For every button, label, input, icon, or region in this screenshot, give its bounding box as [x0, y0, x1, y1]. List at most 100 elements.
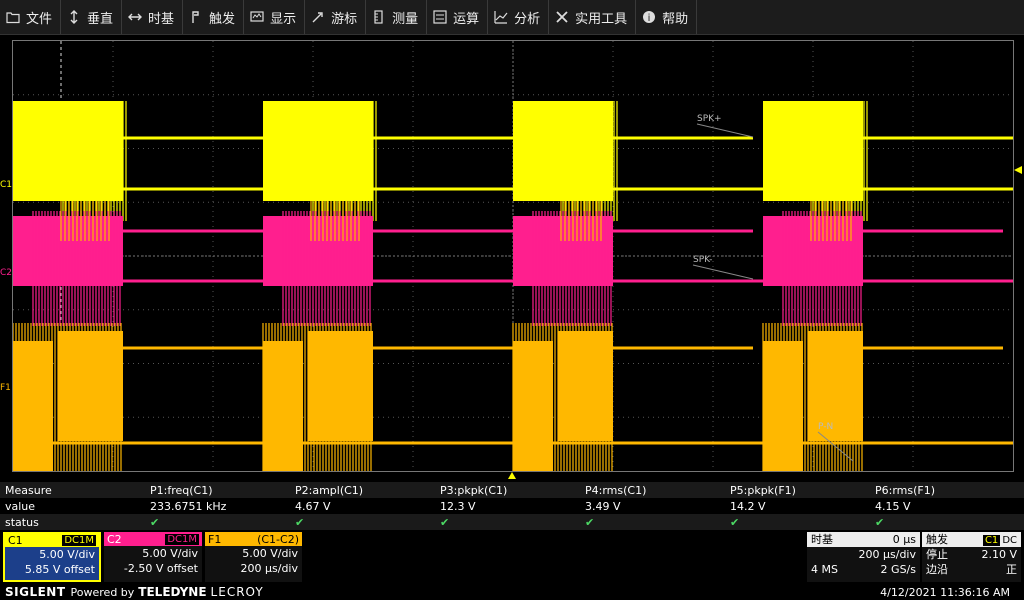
- menu-math[interactable]: 运算: [427, 0, 489, 34]
- analysis-chart-icon: [494, 11, 508, 24]
- c2-marker[interactable]: C2: [0, 268, 12, 278]
- menu-file-label: 文件: [26, 11, 53, 27]
- c1-burst-envelope: [13, 101, 123, 201]
- timebase-title: 时基: [811, 533, 833, 546]
- spk-minus-leader: [692, 264, 754, 280]
- f1-expression: (C1-C2): [257, 532, 299, 546]
- menu-trigger-label: 触发: [209, 11, 236, 27]
- c1-coupling: DC1M: [62, 535, 96, 546]
- menu-tools-label: 实用工具: [575, 11, 628, 27]
- trigger-position-marker[interactable]: [508, 472, 516, 479]
- help-icon: i: [643, 11, 656, 24]
- menu-timebase-label: 时基: [148, 11, 175, 27]
- param-p6-value: 4.15 V: [875, 500, 911, 513]
- datetime: 4/12/2021 11:36:16 AM: [880, 585, 1010, 599]
- menu-trigger[interactable]: 触发: [183, 0, 245, 34]
- c1-marker[interactable]: C1: [0, 180, 12, 190]
- menu-cursor[interactable]: 游标: [305, 0, 367, 34]
- folder-icon: [6, 12, 20, 24]
- display-icon: [250, 11, 264, 22]
- menu-timebase[interactable]: 时基: [122, 0, 184, 34]
- param-p3-value: 12.3 V: [440, 500, 476, 513]
- param-p2-name[interactable]: P2:ampl(C1): [295, 484, 363, 497]
- menu-file[interactable]: 文件: [0, 0, 62, 34]
- timebase-rate: 2 GS/s: [880, 563, 916, 576]
- menu-analysis-label: 分析: [514, 11, 541, 27]
- param-p4-value: 3.49 V: [585, 500, 621, 513]
- horizontal-arrows-icon: [128, 13, 143, 21]
- measure-value-row: value 233.6751 kHz 4.67 V 12.3 V 3.49 V …: [0, 498, 1024, 514]
- waveform-display[interactable]: SPK+ SPK- P-N: [12, 40, 1014, 472]
- trigger-descriptor[interactable]: 触发 C1 DC 停止 2.10 V 边沿 正: [922, 532, 1021, 582]
- tools-icon: [556, 11, 568, 23]
- trigger-type: 边沿: [926, 563, 948, 576]
- timebase-descriptor[interactable]: 时基 0 µs 200 µs/div 4 MS 2 GS/s: [807, 532, 920, 582]
- param-p4-status-icon: ✔: [585, 516, 595, 529]
- trigger-title: 触发: [926, 533, 948, 546]
- spk-plus-leader: [696, 123, 754, 138]
- menu-help[interactable]: i 帮助: [636, 0, 698, 34]
- menu-bar: 文件 垂直 时基 触发 显示 游标 测量 运算 分析 实用工具 i 帮助: [0, 0, 1024, 35]
- menu-tools[interactable]: 实用工具: [549, 0, 637, 34]
- menu-math-label: 运算: [453, 11, 480, 27]
- c2-coupling: DC1M: [165, 533, 199, 545]
- pn-annotation: P-N: [818, 422, 833, 432]
- f1-vdiv: 5.00 V/div: [242, 547, 298, 560]
- measure-icon: [374, 10, 383, 24]
- cursor-icon: [312, 12, 323, 23]
- param-p4-name[interactable]: P4:rms(C1): [585, 484, 646, 497]
- powered-by-text: Powered by: [70, 585, 135, 599]
- f1-tdiv: 200 µs/div: [240, 562, 298, 575]
- trigger-mode: 停止: [926, 548, 948, 561]
- c2-name: C2: [107, 532, 122, 546]
- menu-display-label: 显示: [270, 11, 297, 27]
- f1-marker[interactable]: F1: [0, 383, 11, 393]
- measure-status-row: status ✔ ✔ ✔ ✔ ✔ ✔: [0, 514, 1024, 530]
- timebase-delay: 0 µs: [892, 533, 916, 546]
- menu-cursor-label: 游标: [331, 11, 358, 27]
- f1-name: F1: [208, 532, 222, 546]
- param-p1-status-icon: ✔: [150, 516, 160, 529]
- status-label: status: [5, 516, 39, 529]
- param-p5-status-icon: ✔: [730, 516, 740, 529]
- menu-help-label: 帮助: [662, 11, 689, 27]
- c1-descriptor[interactable]: C1 DC1M 5.00 V/div 5.85 V offset: [3, 532, 101, 582]
- footer-bar: SIGLENT Powered by TELEDYNE LECROY 4/12/…: [0, 584, 1024, 600]
- param-p6-name[interactable]: P6:rms(F1): [875, 484, 935, 497]
- timebase-tdiv: 200 µs/div: [858, 548, 916, 561]
- spk-minus-annotation: SPK-: [693, 255, 712, 265]
- c2-burst-envelope: [13, 216, 123, 286]
- menu-measure[interactable]: 测量: [366, 0, 428, 34]
- c2-burst-fringe: [532, 211, 612, 326]
- c1-vdiv: 5.00 V/div: [39, 548, 95, 561]
- param-p3-name[interactable]: P3:pkpk(C1): [440, 484, 507, 497]
- waveform-svg: SPK+ SPK- P-N: [13, 41, 1013, 471]
- menu-analysis[interactable]: 分析: [488, 0, 550, 34]
- trigger-flag-icon: [192, 11, 199, 23]
- menu-display[interactable]: 显示: [244, 0, 306, 34]
- timebase-points: 4 MS: [811, 563, 838, 576]
- measure-header-row: Measure P1:freq(C1) P2:ampl(C1) P3:pkpk(…: [0, 482, 1024, 498]
- c1-offset: 5.85 V offset: [24, 563, 95, 576]
- c2-burst-fringe: [782, 211, 862, 326]
- math-icon: [433, 10, 447, 24]
- c2-vdiv: 5.00 V/div: [142, 547, 198, 560]
- trigger-level: 2.10 V: [981, 548, 1017, 561]
- c1-burst-envelope: [263, 101, 373, 201]
- siglent-logo: SIGLENT: [5, 585, 66, 599]
- param-p5-value: 14.2 V: [730, 500, 766, 513]
- f1-descriptor[interactable]: F1 (C1-C2) 5.00 V/div 200 µs/div: [205, 532, 302, 582]
- c2-burst-envelope: [263, 216, 373, 286]
- param-p2-status-icon: ✔: [295, 516, 305, 529]
- param-p3-status-icon: ✔: [440, 516, 450, 529]
- value-label: value: [5, 500, 36, 513]
- trigger-level-marker[interactable]: [1014, 166, 1022, 174]
- menu-vertical-label: 垂直: [87, 11, 114, 27]
- param-p6-status-icon: ✔: [875, 516, 885, 529]
- c1-name: C1: [8, 534, 23, 547]
- param-p5-name[interactable]: P5:pkpk(F1): [730, 484, 796, 497]
- c2-descriptor[interactable]: C2 DC1M 5.00 V/div -2.50 V offset: [104, 532, 202, 582]
- menu-vertical[interactable]: 垂直: [61, 0, 123, 34]
- param-p1-name[interactable]: P1:freq(C1): [150, 484, 213, 497]
- menu-measure-label: 测量: [392, 11, 419, 27]
